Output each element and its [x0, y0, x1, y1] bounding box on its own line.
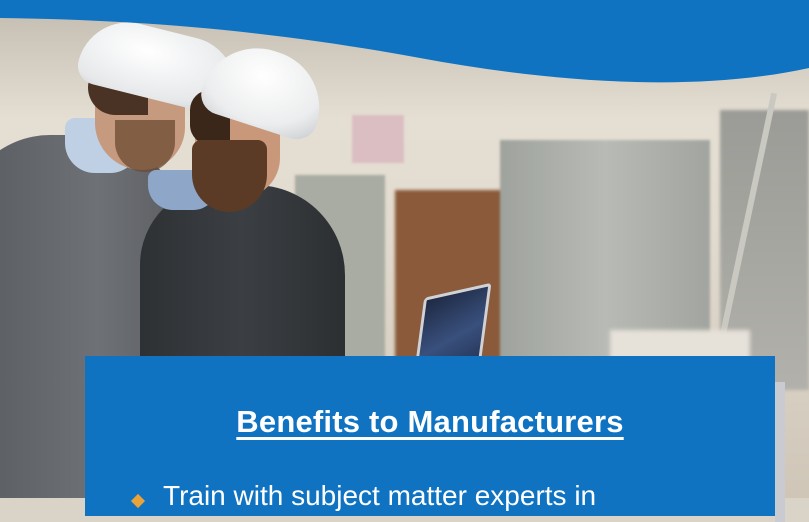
benefit-text: Train with subject matter experts in: [163, 480, 597, 511]
header-wave: [0, 0, 809, 83]
wall-poster: [352, 115, 404, 163]
worker-two-beard: [192, 140, 267, 212]
diamond-bullet-icon: [130, 493, 146, 509]
benefits-title: Benefits to Manufacturers: [236, 404, 624, 439]
benefits-panel: Benefits to Manufacturers Train with sub…: [85, 356, 775, 516]
benefit-bullet: Train with subject matter experts in: [130, 480, 597, 512]
panel-shadow: [775, 382, 785, 522]
